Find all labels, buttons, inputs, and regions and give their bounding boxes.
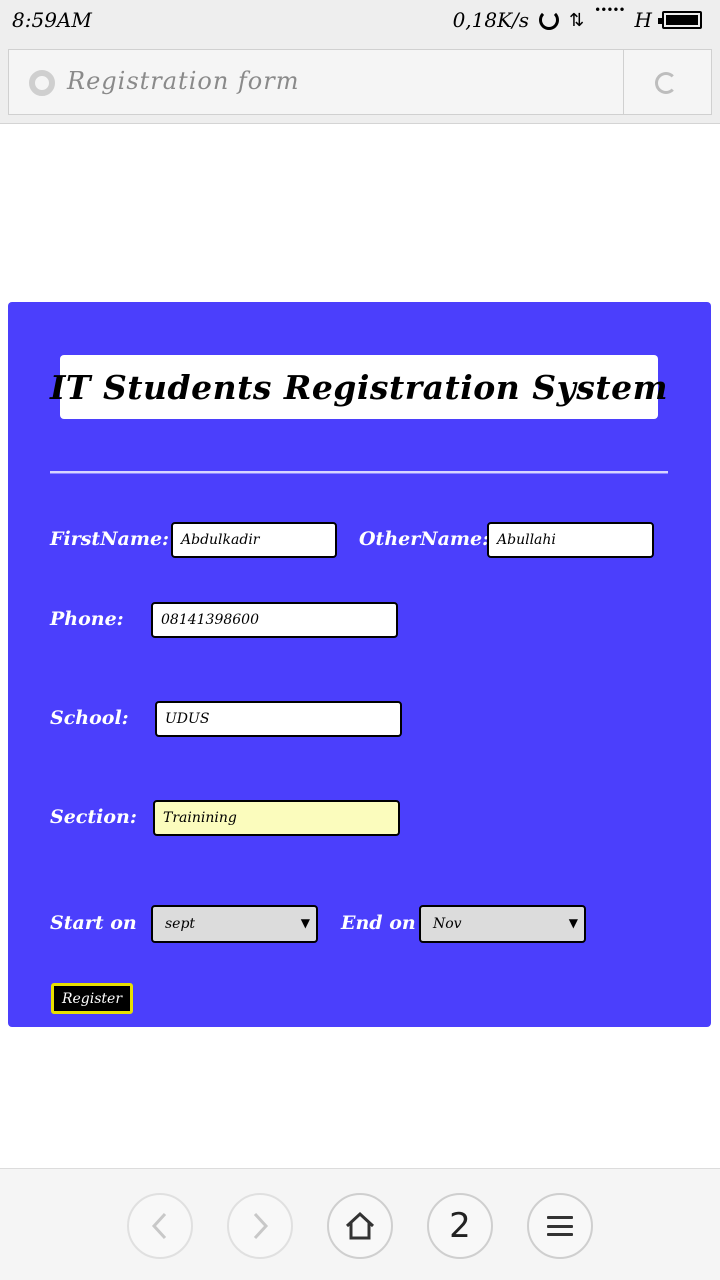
address-divider: [623, 50, 624, 114]
status-bar: 8:59AM 0,18K/s ⇅ ••••• H: [0, 0, 720, 42]
network-speed: 0,18K/s: [452, 8, 530, 32]
form-title-box: IT Students Registration System: [50, 355, 668, 419]
tabs-button[interactable]: 2: [427, 1193, 493, 1259]
divider: [50, 471, 668, 474]
dropdown-arrow-icon: ▼: [568, 916, 578, 930]
forward-icon: [253, 1212, 269, 1240]
form-title: IT Students Registration System: [49, 367, 669, 407]
status-time: 8:59AM: [12, 8, 92, 32]
signal-type: H: [634, 8, 652, 32]
othername-label: OtherName:: [359, 528, 490, 550]
firstname-label: FirstName:: [50, 528, 170, 550]
start-on-value: sept: [165, 916, 196, 932]
page-loading-icon: [29, 70, 55, 96]
address-bar[interactable]: Registration form: [8, 49, 712, 115]
section-input[interactable]: Trainining: [153, 800, 400, 836]
data-transfer-icon: ⇅: [569, 9, 585, 31]
page-title: Registration form: [67, 67, 300, 95]
end-on-label: End on: [341, 912, 416, 934]
registration-form: IT Students Registration System FirstNam…: [8, 302, 711, 1027]
end-on-value: Nov: [433, 916, 462, 932]
firstname-input[interactable]: Abdulkadir: [171, 522, 337, 558]
signal-dots-icon: •••••: [594, 3, 625, 17]
phone-input[interactable]: 08141398600: [151, 602, 398, 638]
dropdown-arrow-icon: ▼: [300, 916, 310, 930]
phone-label: Phone:: [50, 608, 124, 630]
home-button[interactable]: [327, 1193, 393, 1259]
end-on-select[interactable]: Nov ▼: [419, 905, 586, 943]
status-indicators: 0,18K/s ⇅ ••••• H: [452, 3, 702, 32]
sync-icon: [539, 10, 560, 30]
start-on-label: Start on: [50, 912, 137, 934]
reload-icon[interactable]: [655, 72, 677, 94]
back-button[interactable]: [127, 1193, 193, 1259]
section-label: Section:: [50, 806, 137, 828]
forward-button[interactable]: [227, 1193, 293, 1259]
menu-button[interactable]: [527, 1193, 593, 1259]
register-button[interactable]: Register: [51, 983, 133, 1014]
start-on-select[interactable]: sept ▼: [151, 905, 318, 943]
school-input[interactable]: UDUS: [155, 701, 402, 737]
browser-toolbar: Registration form: [0, 42, 720, 124]
back-icon: [151, 1212, 167, 1240]
browser-bottom-nav: 2: [0, 1168, 720, 1280]
school-label: School:: [50, 707, 129, 729]
home-icon: [345, 1211, 375, 1240]
othername-input[interactable]: Abullahi: [487, 522, 654, 558]
tab-count: 2: [449, 1206, 471, 1246]
battery-icon: [658, 11, 702, 29]
menu-icon: [547, 1216, 573, 1236]
